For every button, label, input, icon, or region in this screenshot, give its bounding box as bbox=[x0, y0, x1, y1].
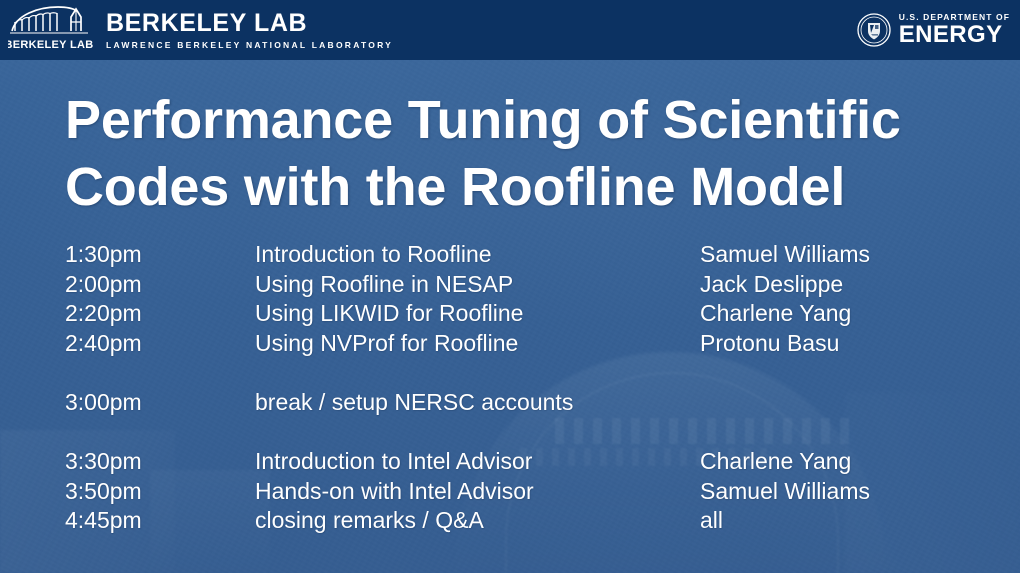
svg-text:BERKELEY LAB: BERKELEY LAB bbox=[8, 39, 93, 51]
agenda-table: 1:30pm Introduction to Roofline Samuel W… bbox=[65, 240, 985, 536]
agenda-topic: closing remarks / Q&A bbox=[255, 507, 484, 534]
agenda-time: 1:30pm bbox=[65, 241, 142, 267]
agenda-speaker: Jack Deslippe bbox=[700, 270, 844, 297]
table-row-spacer bbox=[65, 358, 985, 388]
agenda-topic: break / setup NERSC accounts bbox=[255, 388, 574, 415]
agenda-topic: Introduction to Roofline bbox=[255, 241, 492, 267]
agenda-time: 2:00pm bbox=[65, 270, 142, 297]
agenda-time: 4:45pm bbox=[65, 507, 142, 534]
agenda-topic: Using Roofline in NESAP bbox=[255, 270, 514, 297]
agenda-speaker: all bbox=[700, 507, 724, 534]
doe-seal-icon bbox=[857, 13, 891, 47]
table-row: 2:20pm Using LIKWID for Roofline Charlen… bbox=[65, 299, 985, 329]
agenda-time: 3:00pm bbox=[65, 388, 142, 415]
lab-name: BERKELEY LAB bbox=[106, 8, 308, 37]
agenda-topic: Using NVProf for Roofline bbox=[255, 329, 519, 356]
lab-tagline: LAWRENCE BERKELEY NATIONAL LABORATORY bbox=[106, 40, 394, 50]
agenda-speaker: Samuel Williams bbox=[700, 477, 870, 504]
slide-header-bar: BERKELEY LAB BERKELEY LAB LAWRENCE BERKE… bbox=[0, 0, 1020, 60]
agenda-speaker: Charlene Yang bbox=[700, 448, 852, 475]
agenda-speaker: Charlene Yang bbox=[700, 300, 852, 327]
table-row: 1:30pm Introduction to Roofline Samuel W… bbox=[65, 240, 985, 270]
doe-branding: U.S. DEPARTMENT OF ENERGY bbox=[857, 13, 1020, 48]
berkeley-lab-branding: BERKELEY LAB BERKELEY LAB LAWRENCE BERKE… bbox=[0, 4, 393, 56]
table-row: 3:30pm Introduction to Intel Advisor Cha… bbox=[65, 447, 985, 477]
doe-energy-label: ENERGY bbox=[898, 21, 1003, 49]
table-row: 4:45pm closing remarks / Q&A all bbox=[65, 506, 985, 536]
agenda-time: 3:50pm bbox=[65, 477, 142, 504]
table-row: 2:40pm Using NVProf for Roofline Protonu… bbox=[65, 329, 985, 359]
agenda-topic: Introduction to Intel Advisor bbox=[255, 448, 533, 475]
doe-wordmark: U.S. DEPARTMENT OF ENERGY bbox=[899, 13, 1010, 48]
slide-content: Performance Tuning of Scientific Codes w… bbox=[0, 60, 1020, 573]
agenda-topic: Hands-on with Intel Advisor bbox=[255, 477, 534, 504]
table-row: 3:00pm break / setup NERSC accounts bbox=[65, 388, 985, 418]
agenda-time: 2:40pm bbox=[65, 329, 142, 356]
table-row: 2:00pm Using Roofline in NESAP Jack Desl… bbox=[65, 270, 985, 300]
presentation-slide: BERKELEY LAB BERKELEY LAB LAWRENCE BERKE… bbox=[0, 0, 1020, 573]
table-row-spacer bbox=[65, 418, 985, 448]
agenda-time: 2:20pm bbox=[65, 300, 142, 327]
page-title: Performance Tuning of Scientific Codes w… bbox=[65, 90, 901, 217]
berkeley-lab-logo-icon: BERKELEY LAB bbox=[5, 4, 96, 56]
doe-department-label: U.S. DEPARTMENT OF bbox=[898, 11, 1010, 22]
table-row: 3:50pm Hands-on with Intel Advisor Samue… bbox=[65, 477, 985, 507]
agenda-speaker: Samuel Williams bbox=[700, 241, 870, 267]
agenda-time: 3:30pm bbox=[65, 448, 142, 475]
agenda-speaker: Protonu Basu bbox=[700, 329, 840, 356]
berkeley-lab-wordmark: BERKELEY LAB LAWRENCE BERKELEY NATIONAL … bbox=[106, 8, 394, 57]
agenda-topic: Using LIKWID for Roofline bbox=[255, 300, 524, 327]
